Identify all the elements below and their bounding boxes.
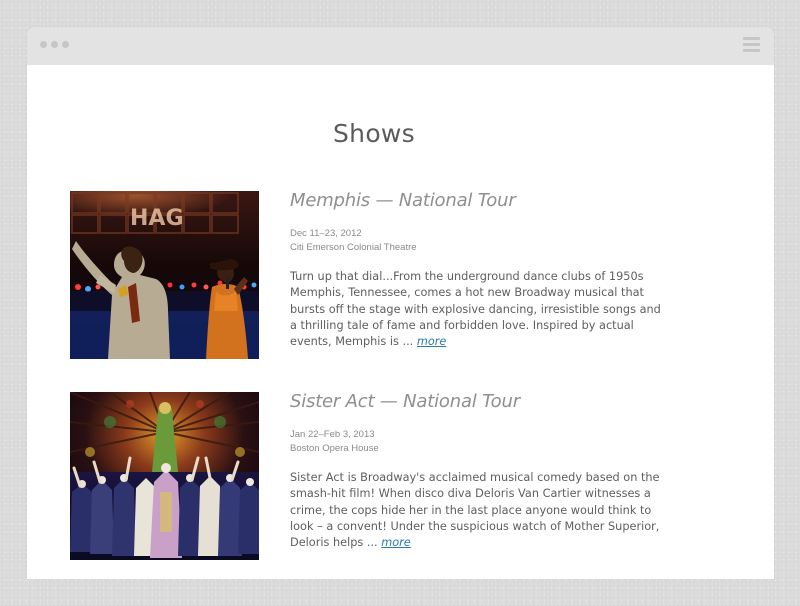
show-item: Sister Act — National Tour Jan 22–Feb 3,… (70, 390, 710, 562)
show-info: Memphis — National Tour Dec 11–23, 2012 … (290, 189, 670, 350)
window-controls (40, 41, 69, 48)
show-meta: Dec 11–23, 2012 Citi Emerson Colonial Th… (290, 227, 670, 255)
show-venue: Citi Emerson Colonial Theatre (290, 242, 417, 253)
window-dot-maximize[interactable] (62, 41, 69, 48)
show-dates: Jan 22–Feb 3, 2013 (290, 429, 375, 440)
show-description: Sister Act is Broadway's acclaimed music… (290, 470, 670, 551)
show-dates: Dec 11–23, 2012 (290, 228, 362, 239)
sister-act-photo (70, 392, 259, 560)
show-description-text: Sister Act is Broadway's acclaimed music… (290, 471, 660, 550)
sign-lettering: HAG (130, 206, 184, 231)
window-titlebar (27, 27, 774, 65)
show-info: Sister Act — National Tour Jan 22–Feb 3,… (290, 390, 670, 551)
show-title[interactable]: Sister Act — National Tour (290, 390, 670, 414)
memphis-photo: HAG (70, 191, 259, 359)
window-dot-close[interactable] (40, 41, 47, 48)
browser-window: Shows HAG Memphis — National Tour Dec 11… (27, 27, 774, 579)
show-thumbnail-memphis[interactable]: HAG (70, 191, 259, 359)
hamburger-menu-icon[interactable] (743, 37, 760, 52)
page-title: Shows (333, 118, 415, 148)
more-link[interactable]: more (381, 536, 411, 549)
show-description-text: Turn up that dial...From the underground… (290, 270, 661, 349)
show-venue: Boston Opera House (290, 443, 379, 454)
show-thumbnail-sister-act[interactable] (70, 392, 259, 560)
show-description: Turn up that dial...From the underground… (290, 269, 670, 350)
window-dot-minimize[interactable] (51, 41, 58, 48)
show-meta: Jan 22–Feb 3, 2013 Boston Opera House (290, 428, 670, 456)
show-title[interactable]: Memphis — National Tour (290, 189, 670, 213)
more-link[interactable]: more (417, 335, 447, 348)
show-item: HAG Memphis — National Tour Dec 11–23, 2… (70, 189, 710, 361)
